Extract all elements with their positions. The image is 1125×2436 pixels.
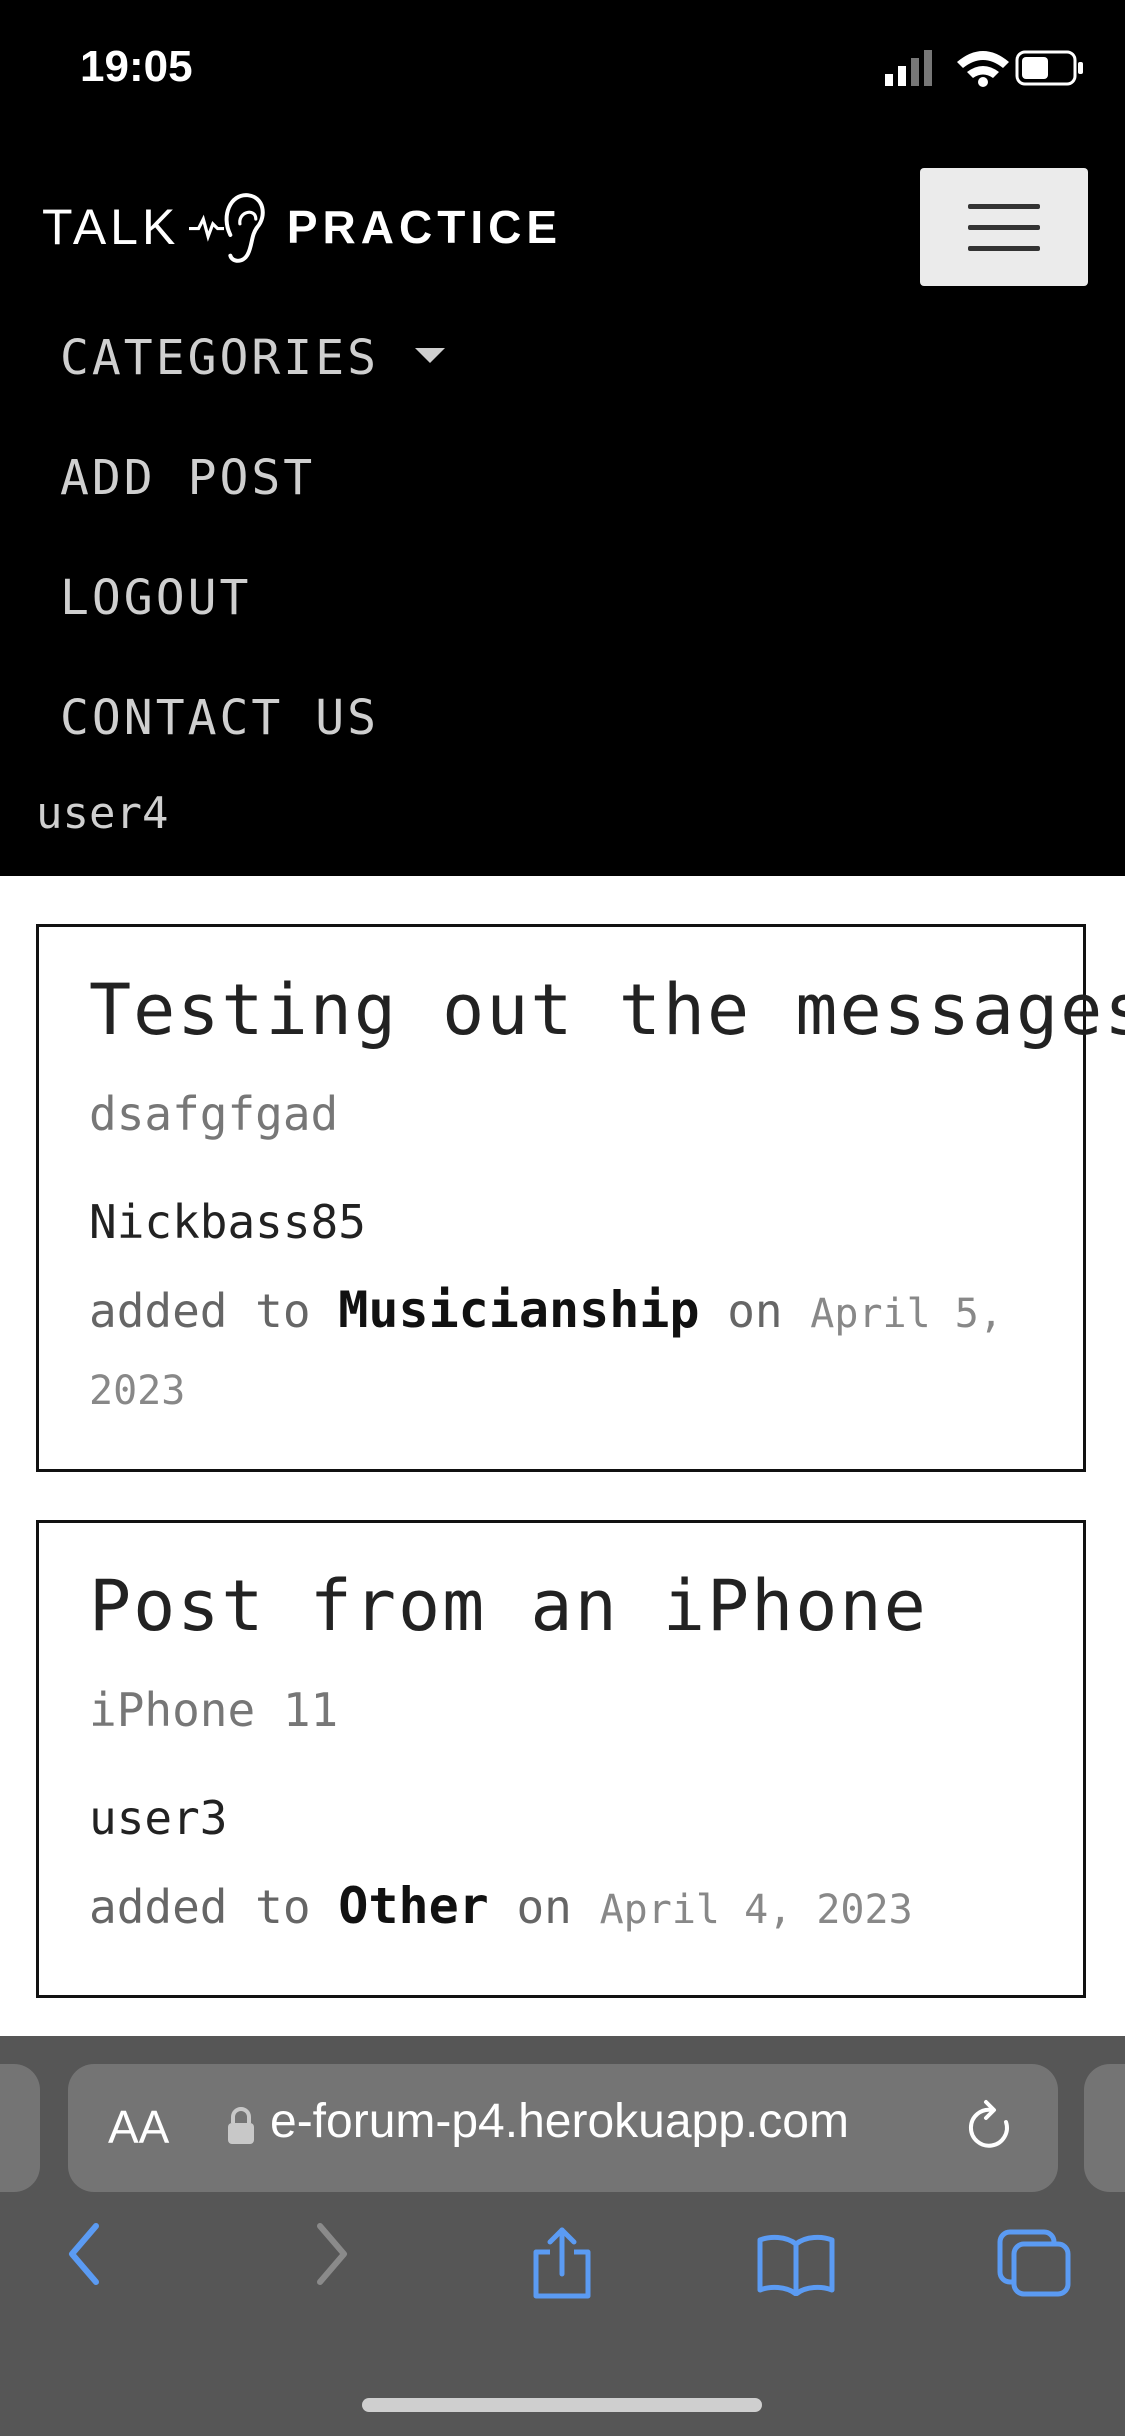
status-icons <box>885 50 1083 87</box>
bookmarks-icon[interactable] <box>756 2232 836 2296</box>
nav-contact-us[interactable]: CONTACT US <box>60 690 379 746</box>
ear-soundwave-icon <box>189 193 266 263</box>
brand-logo[interactable]: TALK PRACTICE <box>42 172 562 282</box>
post-author: user3 <box>89 1791 228 1845</box>
cellular-signal-icon <box>885 50 932 86</box>
previous-tab-preview[interactable] <box>0 2064 40 2192</box>
status-time: 19:05 <box>80 42 193 91</box>
share-icon[interactable] <box>528 2226 596 2302</box>
hamburger-icon-bar <box>968 225 1040 230</box>
nav-add-post[interactable]: ADD POST <box>60 450 315 506</box>
post-category: Other <box>338 1877 489 1935</box>
post-excerpt: iPhone 11 <box>89 1683 339 1737</box>
next-tab-preview[interactable] <box>1084 2064 1125 2192</box>
reload-icon[interactable] <box>962 2098 1018 2158</box>
nav-logout[interactable]: LOGOUT <box>60 570 251 626</box>
hamburger-icon <box>968 204 1040 209</box>
tabs-icon[interactable] <box>996 2228 1072 2298</box>
meta-added-to: added to <box>89 1880 311 1934</box>
post-card[interactable]: Post from an iPhone iPhone 11 user3 adde… <box>36 1520 1086 1998</box>
post-date: April 4, 2023 <box>599 1887 913 1933</box>
caret-down-icon <box>414 347 445 363</box>
back-icon[interactable] <box>62 2220 112 2290</box>
post-meta: added to Other on April 4, 2023 <box>89 1869 1039 1947</box>
meta-on: on <box>727 1284 783 1338</box>
reader-options-button[interactable]: AA <box>108 2100 169 2154</box>
url-text[interactable]: e-forum-p4.herokuapp.com <box>270 2094 849 2149</box>
nav-categories-label: CATEGORIES <box>60 330 379 386</box>
post-meta: added to Musicianship on April 5, 2023 <box>89 1273 1039 1428</box>
logged-in-username: user4 <box>36 788 169 839</box>
navbar-toggle-button[interactable] <box>920 168 1088 286</box>
post-title[interactable]: Post from an iPhone <box>89 1565 928 1647</box>
post-excerpt: dsafgfgad <box>89 1087 339 1141</box>
battery-icon <box>1015 50 1083 86</box>
lock-icon <box>228 2107 254 2144</box>
meta-added-to: added to <box>89 1284 311 1338</box>
post-author: Nickbass85 <box>89 1195 366 1249</box>
hamburger-icon-bar <box>968 246 1040 251</box>
wifi-icon <box>957 51 1009 87</box>
post-title[interactable]: Testing out the messages <box>89 969 1125 1051</box>
home-indicator[interactable] <box>362 2398 762 2412</box>
post-category: Musicianship <box>338 1281 700 1339</box>
forward-icon[interactable] <box>306 2220 356 2290</box>
nav-categories-dropdown[interactable]: CATEGORIES <box>60 330 445 386</box>
post-card[interactable]: Testing out the messages dsafgfgad Nickb… <box>36 924 1125 1472</box>
brand-practice-text: PRACTICE <box>286 201 562 253</box>
meta-on: on <box>516 1880 572 1934</box>
brand-talk-text: TALK <box>42 199 180 255</box>
